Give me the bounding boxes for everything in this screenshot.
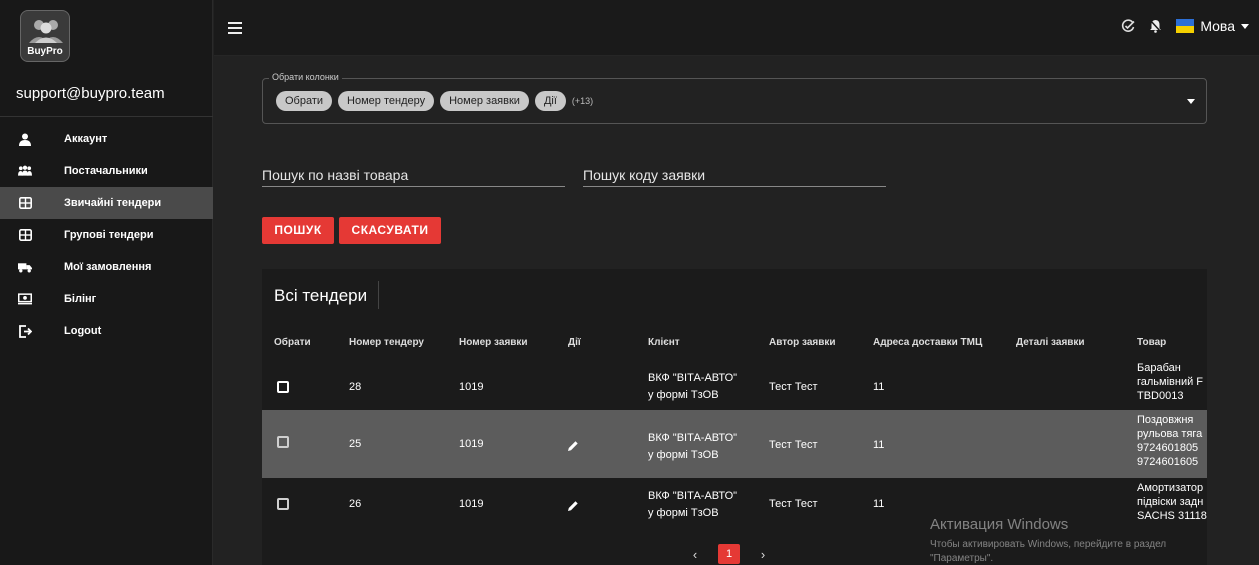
sidebar-item-label: Звичайні тендери	[64, 197, 162, 209]
product-name: Поздовжня рульова тяга 9724601805 972460160…	[1137, 414, 1203, 468]
column-chip[interactable]: Обрати	[276, 91, 333, 111]
table-title: Всі тендери	[274, 286, 368, 305]
table-row[interactable]: 28 1019 ВКФ "ВІТА-АВТО" у формі ТзОВ Тест…	[262, 359, 1207, 417]
request-author: Тест Тест	[769, 439, 818, 451]
row-checkbox[interactable]	[277, 436, 289, 448]
group-icon	[18, 164, 32, 178]
buypro-logo[interactable]: BuyPro	[20, 10, 70, 62]
sidebar-item-account[interactable]: Аккаунт	[0, 123, 213, 155]
sidebar-item-label: Logout	[64, 325, 102, 337]
ukraine-flag-icon	[1176, 19, 1195, 33]
notifications-off-icon[interactable]	[1149, 19, 1162, 33]
top-app-bar: Мова	[214, 0, 1259, 56]
sidebar-item-billing[interactable]: Білінг	[0, 283, 213, 315]
row-checkbox[interactable]	[277, 381, 289, 393]
sidebar: BuyPro support@buypro.team Аккаунт Поста…	[0, 0, 213, 565]
logo-text: BuyPro	[27, 46, 63, 57]
product-search-input[interactable]: Пошук по назві товара	[262, 167, 565, 187]
sidebar-item-group-tenders[interactable]: Групові тендери	[0, 219, 213, 251]
product-name: Барабан гальмівний F TBD0013	[1137, 362, 1204, 402]
person-icon	[18, 132, 32, 146]
cancel-button[interactable]: СКАСУВАТИ	[339, 217, 441, 244]
column-header[interactable]: Обрати	[274, 337, 311, 348]
table-icon	[18, 228, 32, 242]
chevron-right-icon[interactable]: ›	[752, 544, 774, 564]
column-header[interactable]: Номер тендеру	[349, 337, 424, 348]
client-name: ВКФ "ВІТА-АВТО" у формі ТзОВ	[648, 372, 738, 401]
sidebar-item-regular-tenders[interactable]: Звичайні тендери	[0, 187, 213, 219]
main-content: Обрати колонки Обрати Номер тендеру Номе…	[214, 57, 1259, 565]
delivery-address: 11	[873, 498, 885, 510]
column-header[interactable]: Автор заявки	[769, 337, 836, 348]
billing-icon	[18, 292, 32, 306]
column-header[interactable]: Клієнт	[648, 337, 680, 348]
truck-icon	[18, 260, 32, 274]
language-selector[interactable]: Мова	[1176, 18, 1249, 34]
columns-more-count: (+13)	[571, 96, 594, 106]
edit-pencil-icon[interactable]	[567, 500, 579, 512]
tender-number: 28	[349, 381, 362, 393]
sidebar-nav: Аккаунт Постачальники Звичайні тендери Г…	[0, 123, 213, 347]
chevron-left-icon[interactable]: ‹	[684, 544, 706, 564]
client-name: ВКФ "ВІТА-АВТО" у формі ТзОВ	[648, 432, 738, 461]
sidebar-item-my-orders[interactable]: Мої замовлення	[0, 251, 213, 283]
tender-number: 25	[349, 438, 362, 450]
menu-icon[interactable]	[228, 22, 242, 34]
sidebar-item-label: Мої замовлення	[64, 261, 152, 273]
sidebar-item-label: Аккаунт	[64, 133, 108, 145]
request-number: 1019	[459, 381, 484, 393]
column-chip[interactable]: Номер заявки	[440, 91, 529, 111]
pagination: ‹ 1 ›	[684, 544, 774, 564]
user-email: support@buypro.team	[16, 85, 165, 102]
tender-number: 26	[349, 498, 362, 510]
language-label: Мова	[1200, 18, 1235, 34]
delivery-address: 11	[873, 439, 885, 451]
title-divider	[378, 281, 379, 309]
columns-chips: Обрати Номер тендеру Номер заявки Дії (+…	[276, 91, 593, 111]
column-header[interactable]: Товар	[1137, 337, 1166, 348]
column-header[interactable]: Номер заявки	[459, 337, 528, 348]
people-logo-icon	[29, 20, 63, 43]
search-button[interactable]: ПОШУК	[262, 217, 334, 244]
edit-pencil-icon[interactable]	[567, 440, 579, 452]
top-actions: Мова	[1121, 18, 1249, 34]
client-name: ВКФ "ВІТА-АВТО" у формі ТзОВ	[648, 490, 738, 519]
caret-down-icon	[1241, 23, 1249, 29]
request-number: 1019	[459, 438, 484, 450]
request-number: 1019	[459, 498, 484, 510]
dropdown-arrow-icon[interactable]	[1187, 99, 1195, 104]
logout-icon	[18, 324, 32, 338]
sidebar-item-label: Постачальники	[64, 165, 148, 177]
table-header: Обрати Номер тендеру Номер заявки Дії Кл…	[262, 329, 1207, 359]
column-header[interactable]: Деталі заявки	[1016, 337, 1085, 348]
columns-select-label: Обрати колонки	[269, 72, 342, 82]
table-icon	[18, 196, 32, 210]
sidebar-item-label: Білінг	[64, 293, 97, 305]
watermark-title: Активация Windows	[930, 516, 1069, 533]
table-row[interactable]: 25 1019 ВКФ "ВІТА-АВТО" у формі ТзОВ Тест…	[262, 410, 1207, 478]
row-checkbox[interactable]	[277, 498, 289, 510]
watermark-text: Чтобы активировать Windows, перейдите в …	[930, 539, 1167, 564]
delivery-address: 11	[873, 381, 885, 393]
request-author: Тест Тест	[769, 381, 818, 393]
check-circle-icon[interactable]	[1121, 19, 1135, 33]
sidebar-item-logout[interactable]: Logout	[0, 315, 213, 347]
column-chip[interactable]: Номер тендеру	[338, 91, 435, 111]
column-header[interactable]: Дії	[568, 337, 581, 348]
column-chip[interactable]: Дії	[534, 91, 566, 111]
column-header[interactable]: Адреса доставки ТМЦ	[873, 337, 982, 348]
sidebar-item-suppliers[interactable]: Постачальники	[0, 155, 213, 187]
request-code-search-input[interactable]: Пошук коду заявки	[583, 167, 886, 187]
sidebar-item-label: Групові тендери	[64, 229, 154, 241]
sidebar-divider	[0, 116, 213, 117]
request-author: Тест Тест	[769, 498, 818, 510]
windows-activation-watermark: Активация Windows Чтобы активировать Win…	[930, 516, 1210, 565]
page-button-current[interactable]: 1	[718, 544, 740, 564]
